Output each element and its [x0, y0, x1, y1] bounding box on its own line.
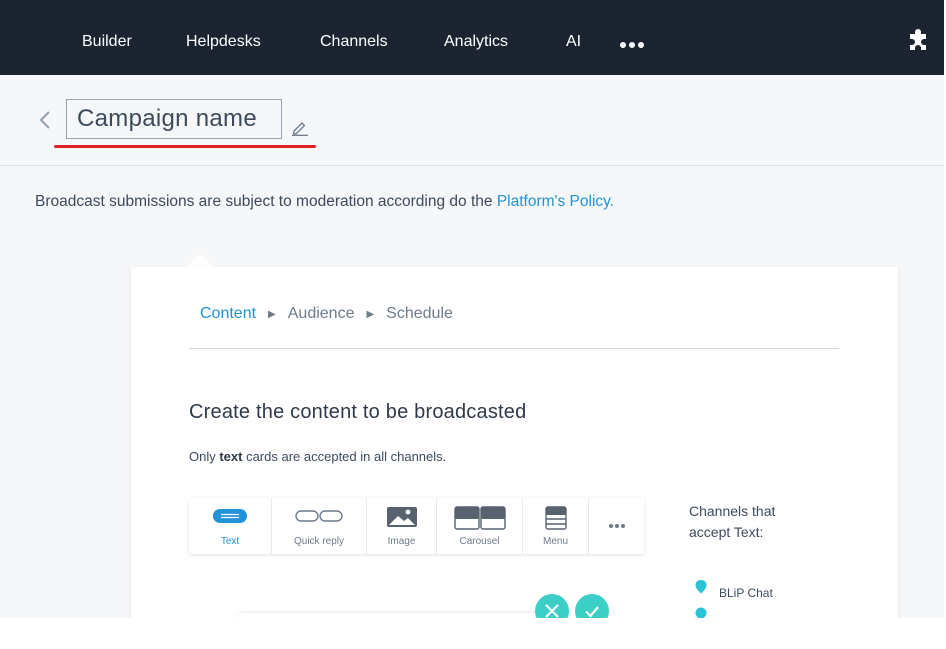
image-icon	[386, 507, 417, 527]
channels-title: Channels that accept Text:	[689, 503, 776, 540]
card-notch	[186, 254, 214, 267]
channel-icon	[695, 607, 707, 618]
pencil-icon[interactable]	[291, 118, 309, 136]
step-arrow-icon: ▶	[366, 308, 375, 320]
card-type-carousel[interactable]: Carousel	[437, 498, 523, 554]
step-schedule[interactable]: Schedule	[386, 305, 453, 323]
check-icon	[585, 606, 599, 618]
app-frame: Builder Helpdesks Channels Analytics AI …	[0, 0, 944, 618]
card-type-selector: Text Quick reply Image Carousel Menu	[189, 498, 644, 554]
top-navigation: Builder Helpdesks Channels Analytics AI	[0, 0, 944, 75]
page-bottom	[0, 618, 946, 649]
channel-blip-chat: BLiP Chat	[719, 586, 773, 600]
step-audience[interactable]: Audience	[288, 305, 355, 323]
ellipsis-icon	[608, 524, 625, 528]
step-content[interactable]: Content	[200, 305, 256, 323]
campaign-name-input[interactable]: Campaign name	[66, 99, 282, 139]
menu-icon	[544, 506, 567, 530]
steps-divider	[189, 348, 839, 349]
card-type-menu[interactable]: Menu	[523, 498, 589, 554]
confirm-button[interactable]	[575, 594, 609, 618]
carousel-icon	[453, 506, 506, 530]
header-divider	[0, 165, 944, 166]
nav-channels[interactable]: Channels	[320, 33, 388, 51]
highlight-underline	[54, 145, 316, 148]
ellipsis-icon[interactable]	[620, 42, 644, 48]
broadcast-card: Content ▶ Audience ▶ Schedule Create the…	[131, 267, 898, 618]
card-type-image[interactable]: Image	[367, 498, 437, 554]
nav-helpdesks[interactable]: Helpdesks	[186, 33, 261, 51]
quick-reply-icon	[295, 510, 343, 522]
platform-policy-link[interactable]: Platform's Policy.	[497, 193, 614, 210]
card-type-quick-reply[interactable]: Quick reply	[272, 498, 367, 554]
back-chevron-icon[interactable]	[36, 108, 54, 132]
content-heading: Create the content to be broadcasted	[189, 401, 527, 423]
wizard-steps: Content ▶ Audience ▶ Schedule	[200, 305, 453, 323]
content-subtitle: Only text cards are accepted in all chan…	[189, 449, 447, 464]
nav-builder[interactable]: Builder	[82, 33, 132, 51]
puzzle-icon[interactable]	[906, 29, 932, 55]
moderation-notice: Broadcast submissions are subject to mod…	[35, 193, 615, 210]
nav-analytics[interactable]: Analytics	[444, 33, 508, 51]
step-arrow-icon: ▶	[268, 308, 276, 320]
cancel-button[interactable]	[535, 594, 569, 618]
card-type-more[interactable]	[589, 498, 644, 554]
nav-ai[interactable]: AI	[566, 33, 581, 51]
text-card-icon	[213, 509, 247, 523]
close-icon	[545, 604, 559, 618]
blip-chat-icon	[695, 580, 707, 594]
card-type-text[interactable]: Text	[189, 498, 272, 554]
